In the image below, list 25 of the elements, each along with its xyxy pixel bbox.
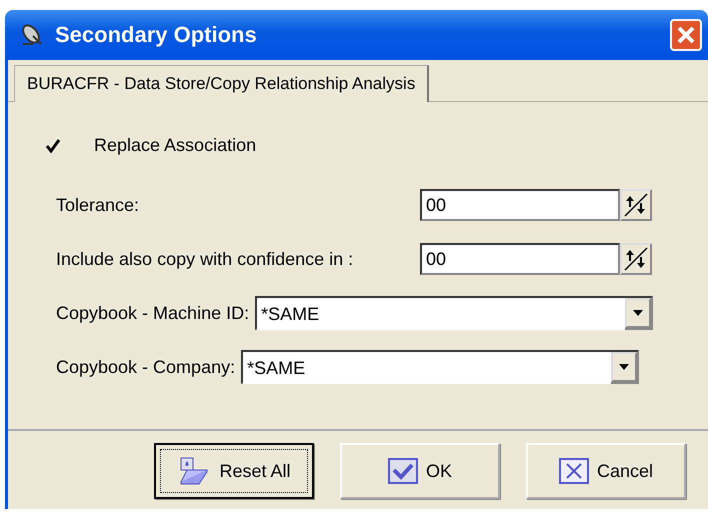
checkbox[interactable] (44, 136, 62, 154)
spin-button[interactable] (620, 189, 652, 221)
field-label: Copybook - Machine ID: (56, 302, 250, 324)
checkmark-icon (388, 458, 418, 484)
button[interactable]: OK (340, 443, 500, 499)
tab[interactable]: BURACFR - Data Store/Copy Relationship Analysis (14, 65, 430, 102)
field-label: Copybook - Company: (56, 356, 236, 378)
dropdown-arrow-icon (632, 309, 644, 317)
dropdown-field[interactable]: *SAME (241, 350, 640, 384)
close-icon (676, 25, 696, 45)
window-title: Secondary Options (55, 22, 258, 48)
spin-field[interactable]: 00 (420, 189, 620, 221)
field-label: Include also copy with confidence in : (56, 248, 354, 270)
close-icon (558, 458, 589, 484)
dropdown-arrow-icon (618, 363, 630, 371)
up-down-arrows-icon (623, 246, 649, 272)
up-down-arrows-icon (623, 192, 649, 218)
button[interactable]: Cancel (526, 443, 686, 499)
close-button[interactable] (670, 19, 702, 51)
button[interactable]: Reset All (154, 443, 314, 499)
checkbox-label: Replace Association (94, 135, 256, 156)
spin-button[interactable] (620, 243, 652, 275)
dropdown-field[interactable]: *SAME (255, 296, 654, 330)
field-label: Tolerance: (56, 194, 140, 216)
spin-field[interactable]: 00 (420, 243, 620, 275)
